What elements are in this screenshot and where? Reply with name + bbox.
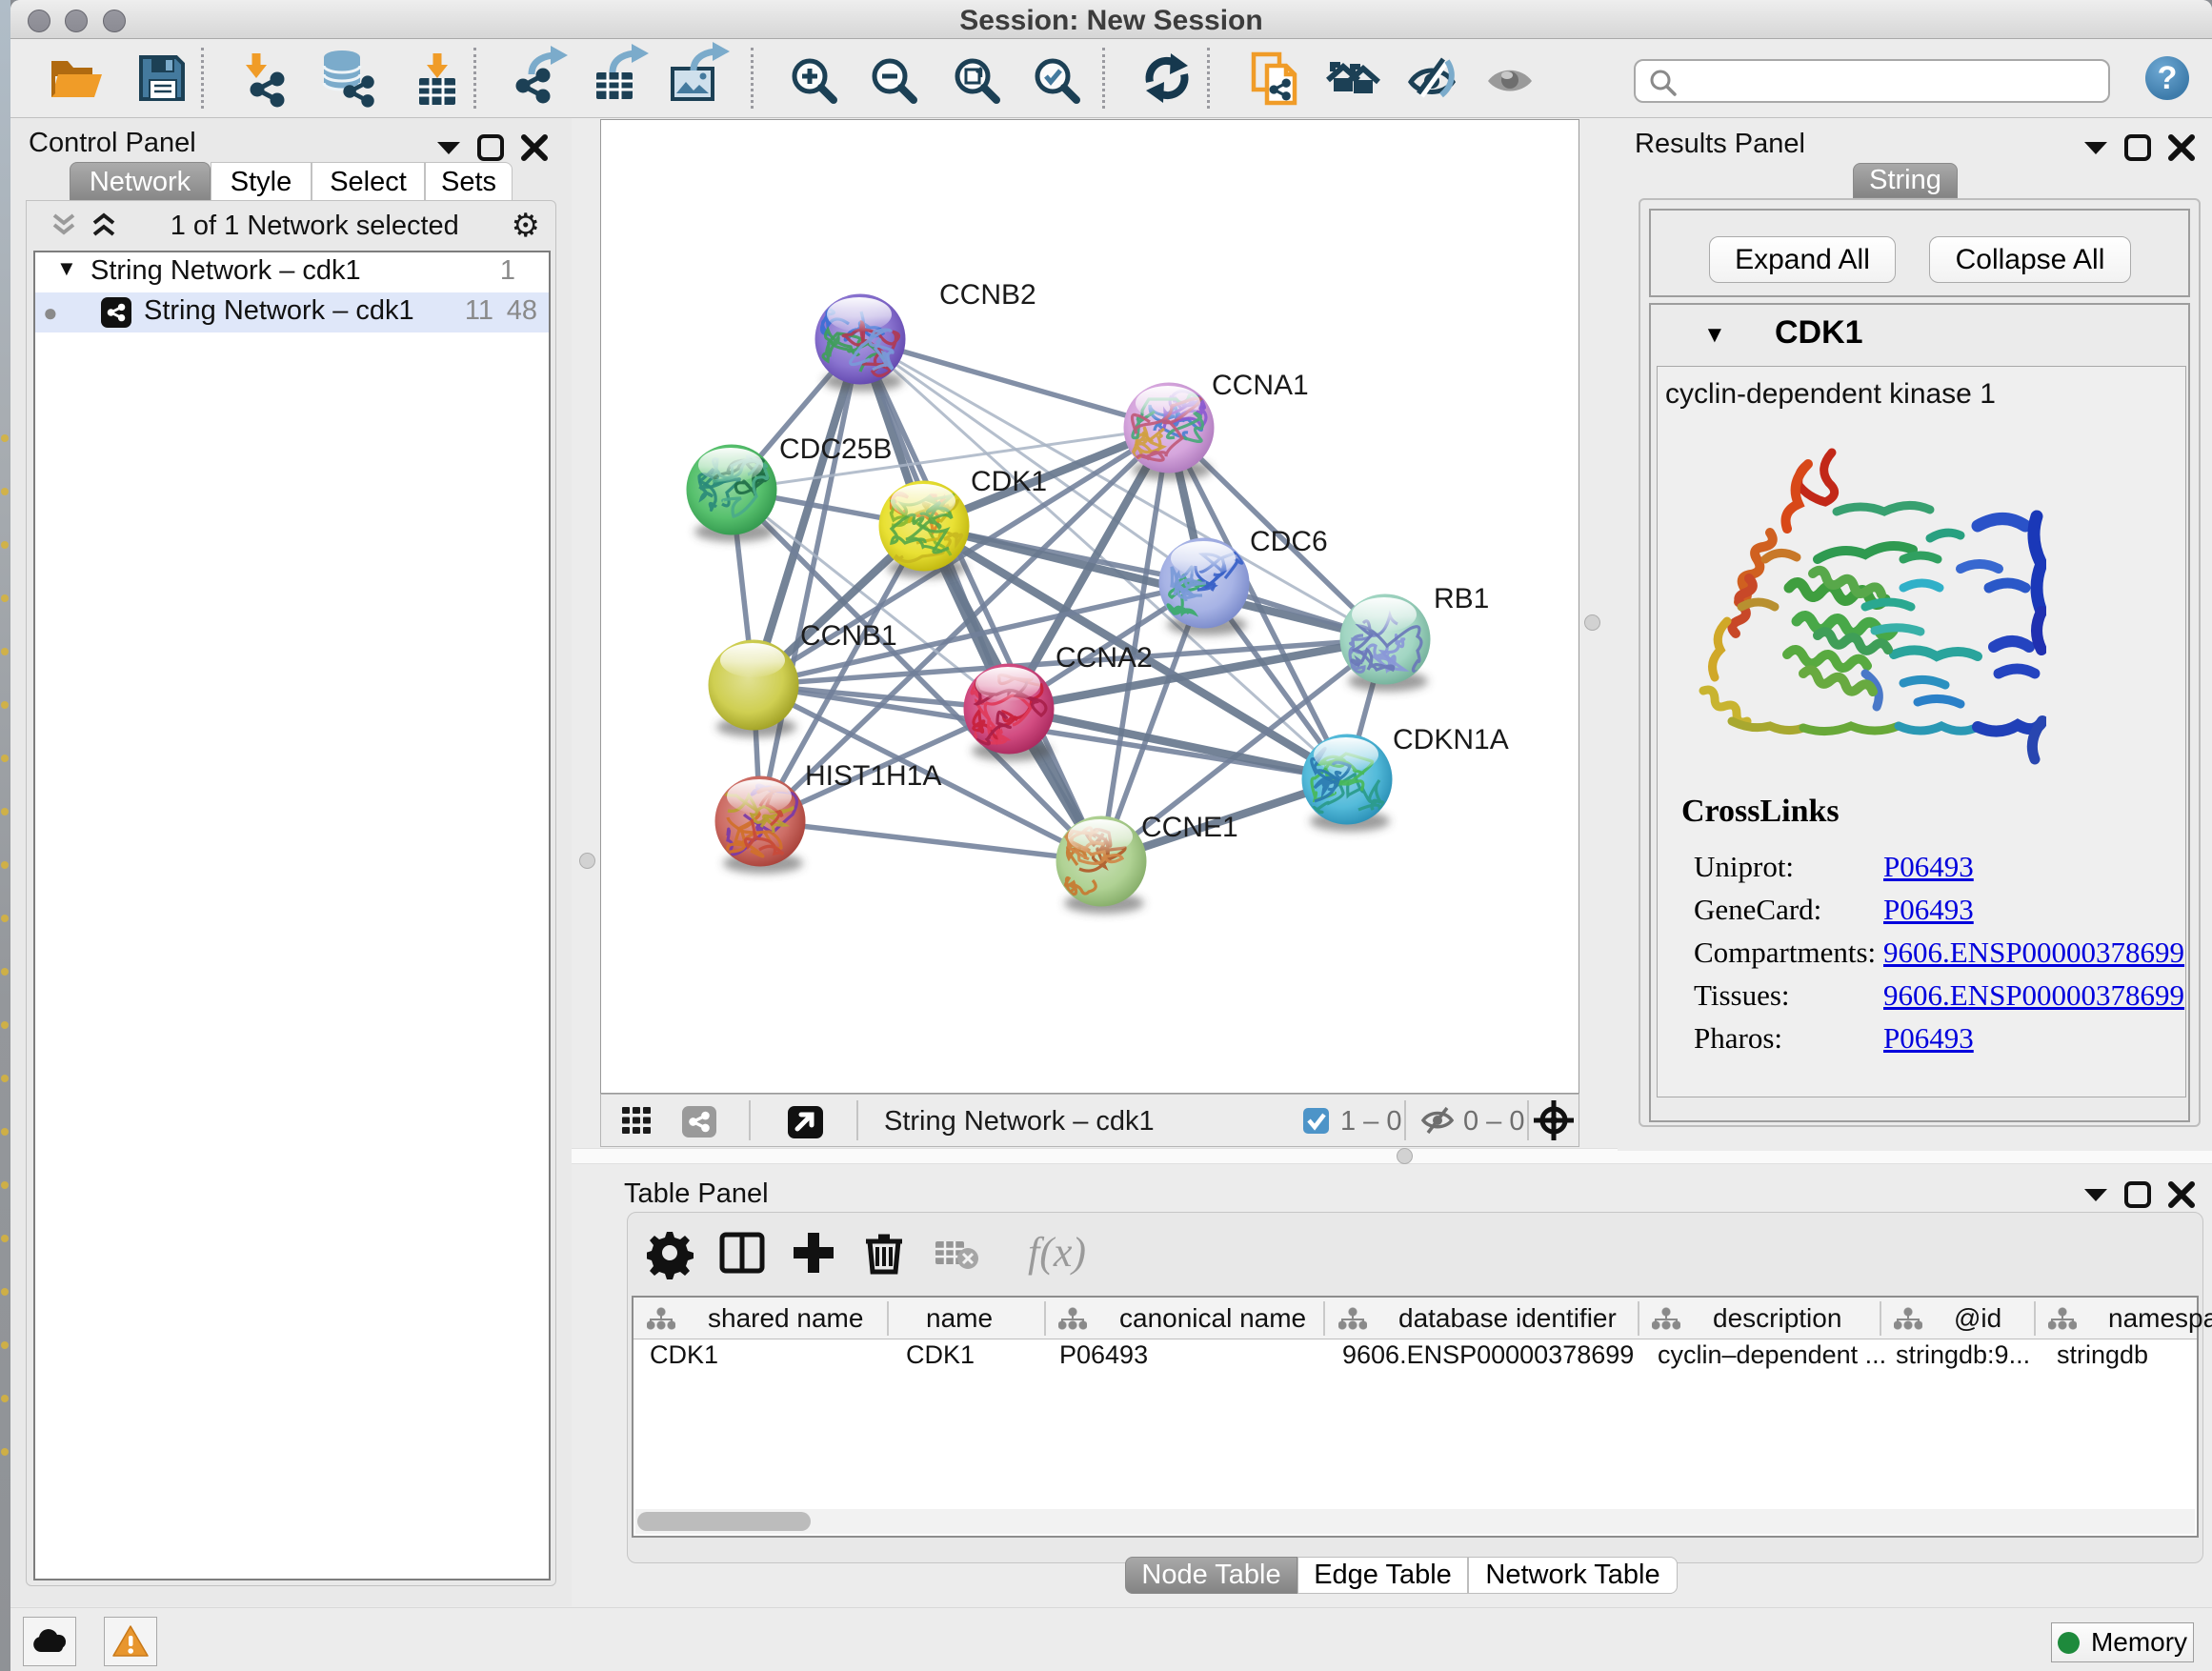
svg-text:HIST1H1A: HIST1H1A — [805, 760, 941, 792]
svg-text:CCNB2: CCNB2 — [939, 279, 1036, 311]
svg-text:f(x): f(x) — [1028, 1229, 1086, 1276]
svg-text:0 – 0: 0 – 0 — [1463, 1106, 1525, 1137]
svg-text:CCNA2: CCNA2 — [1056, 642, 1153, 674]
svg-text:CCNE1: CCNE1 — [1141, 812, 1238, 843]
svg-text:CDK1: CDK1 — [971, 466, 1047, 497]
svg-text:CCNA1: CCNA1 — [1212, 370, 1309, 401]
svg-text:String Network – cdk1: String Network – cdk1 — [884, 1106, 1155, 1137]
svg-text:CDKN1A: CDKN1A — [1393, 724, 1509, 755]
svg-text:CDC25B: CDC25B — [779, 433, 892, 465]
svg-text:CCNB1: CCNB1 — [800, 620, 897, 652]
svg-text:CDC6: CDC6 — [1250, 526, 1328, 557]
svg-text:RB1: RB1 — [1434, 583, 1489, 614]
svg-text:1 – 0: 1 – 0 — [1340, 1106, 1402, 1137]
